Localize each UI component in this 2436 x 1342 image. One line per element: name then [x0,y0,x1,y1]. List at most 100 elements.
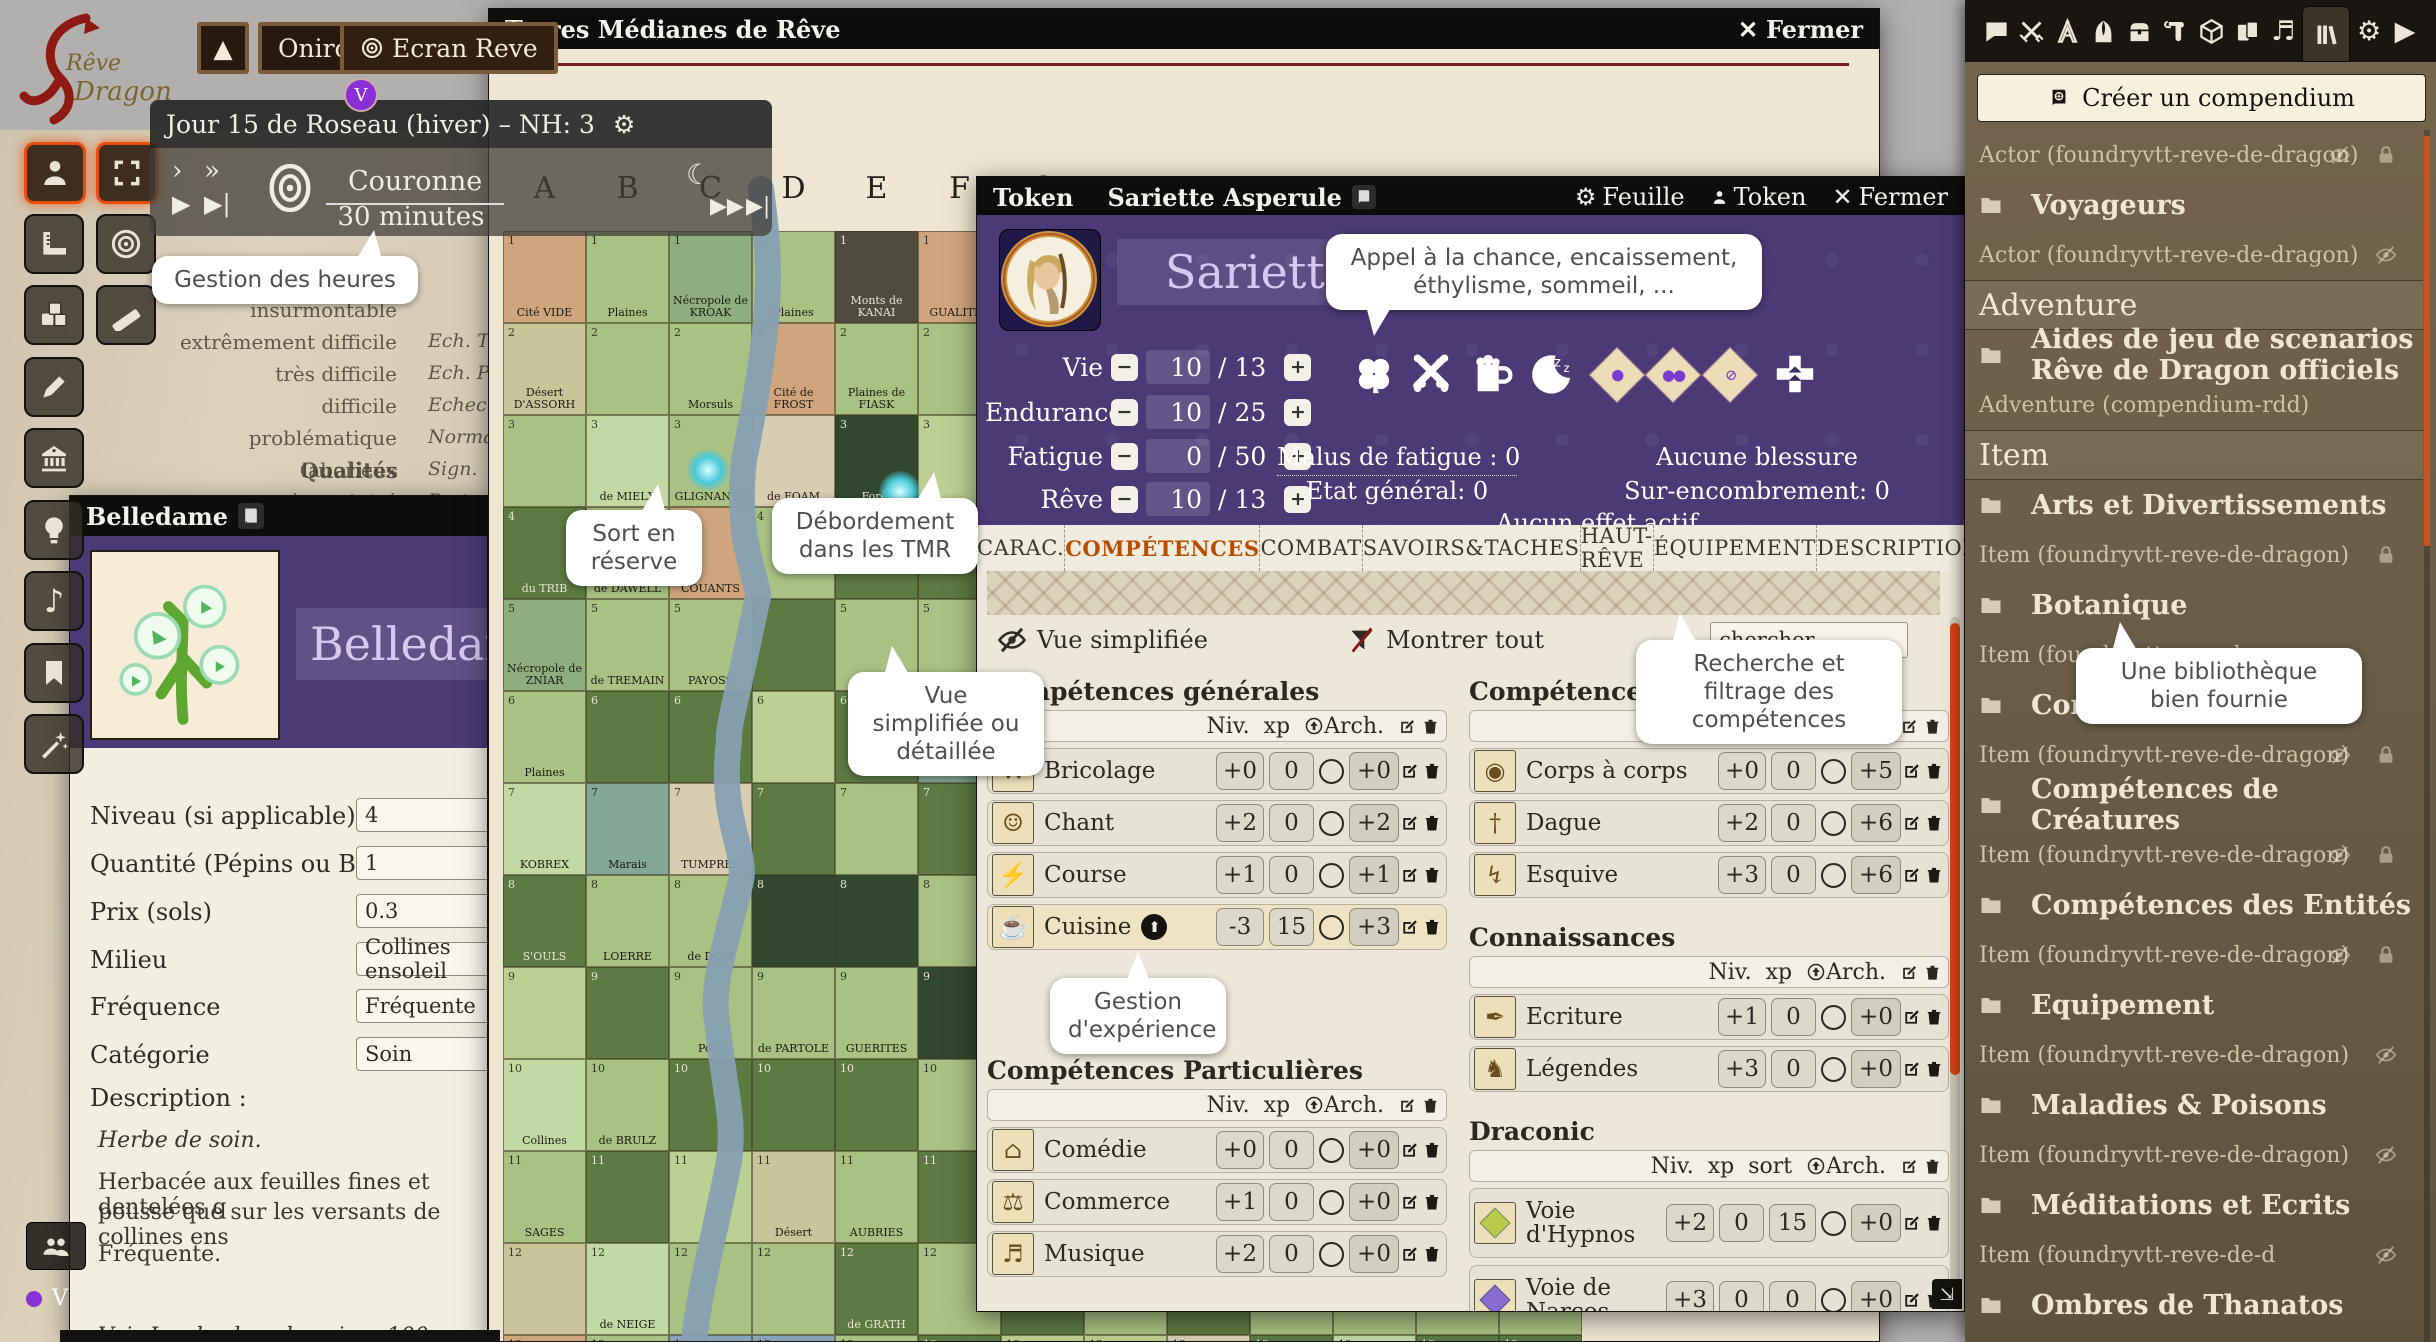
tab-haut-rêve[interactable]: HAUT-RÊVE [1581,525,1654,571]
tab-carac.[interactable]: CARAC. [977,525,1065,571]
sheet-config-button[interactable]: ⚙Feuille [1575,183,1685,211]
skill-row-ecriture[interactable]: ✒Ecriture+10+0 [1469,994,1949,1040]
roll-circle[interactable] [1821,811,1846,836]
edit-action[interactable] [1902,813,1922,833]
roll-circle[interactable] [1319,915,1344,940]
sidebar-tab-collapse[interactable]: ▶ [2388,14,2422,48]
sidebar-tab-items[interactable] [2123,14,2157,48]
stat-plus-button[interactable]: + [1284,399,1311,426]
delete-action[interactable] [1422,917,1442,937]
field-input-3[interactable]: Collines ensoleil [356,942,488,976]
tool-music-button[interactable]: ♪ [24,571,84,631]
tab-description[interactable]: DESCRIPTION [1817,525,1965,571]
niv-input[interactable]: +3 [1718,1050,1766,1088]
skill-row-cuisine[interactable]: ☕Cuisine⬆-315+3 [987,904,1447,950]
niv-input[interactable]: +2 [1216,1235,1264,1273]
roll-circle[interactable] [1821,1211,1846,1236]
edit-action[interactable] [1902,1059,1922,1079]
roll-mug-button[interactable] [1469,351,1515,397]
skill-row-voie-d-hypnos[interactable]: Voie d'Hypnos+2015+0 [1469,1188,1949,1258]
night-icon[interactable]: ☾ [686,158,711,191]
delete-action[interactable] [1422,813,1442,833]
delete-action[interactable] [1924,761,1944,781]
tab-savoirs&taches[interactable]: SAVOIRS&TACHES [1363,525,1581,571]
xp-input[interactable]: 0 [1771,1050,1816,1088]
demi-reve-token[interactable] [687,449,729,491]
stat-minus-button[interactable]: − [1111,399,1138,426]
xp-input[interactable]: 0 [1771,804,1816,842]
delete-action[interactable] [1924,1213,1944,1233]
wound-diamond3[interactable]: ⊘ [1702,347,1759,404]
xp-input[interactable]: 0 [1719,1204,1764,1242]
niv-input[interactable]: -3 [1216,908,1264,946]
skill-row-chant[interactable]: ☺Chant+20+2 [987,800,1447,846]
niv-input[interactable]: +0 [1216,752,1264,790]
stat-minus-button[interactable]: − [1111,354,1138,381]
roll-bones-button[interactable] [1408,351,1454,397]
sidebar-folder-15[interactable]: Compétences des Entités [1965,880,2423,930]
roll-circle[interactable] [1821,1005,1846,1030]
sidebar-tab-scenes[interactable] [2051,14,2085,48]
skill-row-esquive[interactable]: ↯Esquive+30+6 [1469,852,1949,898]
edit-action[interactable] [1400,1244,1420,1264]
roll-circle[interactable] [1319,863,1344,888]
sheet-close-button[interactable]: ✕Fermer [1832,183,1948,211]
xp-input[interactable]: 0 [1269,1235,1314,1273]
montrer-tout-toggle[interactable]: Montrer tout [1386,626,1544,654]
roll-circle[interactable] [1821,1057,1846,1082]
player-list-item[interactable]: V [26,1286,68,1311]
field-input-5[interactable]: Soin [356,1037,488,1071]
roll-moon-button[interactable]: zz [1529,351,1575,397]
play-icon[interactable]: ▶ [172,190,190,218]
sheet-token-button[interactable]: Token [1711,183,1807,211]
tab-équipement[interactable]: ÉQUIPEMENT [1654,525,1817,571]
edit-action[interactable] [1400,1140,1420,1160]
xp-input[interactable]: 0 [1269,804,1314,842]
niv-input[interactable]: +2 [1718,804,1766,842]
edit-action[interactable] [1400,917,1420,937]
tool-dice-button[interactable] [24,285,84,345]
calendar-settings-icon[interactable]: ⚙ [613,110,635,139]
niv-input[interactable]: +1 [1718,998,1766,1036]
roll-circle[interactable] [1319,1138,1344,1163]
roll-circle[interactable] [1821,1288,1846,1313]
edit-action[interactable] [1902,761,1922,781]
wound-diamond1[interactable]: ● [1589,347,1646,404]
skill-row-voie-de-narcos[interactable]: Voie de Narcos+300+0 [1469,1265,1949,1312]
sidebar-tab-playlists[interactable]: ♬ [2266,14,2300,48]
xp-input[interactable]: 0 [1269,856,1314,894]
sidebar-folder-19[interactable]: Maladies & Poisons [1965,1080,2423,1130]
delete-action[interactable] [1924,1059,1944,1079]
fast-forward-icon[interactable]: ▶▶ [710,194,744,219]
sort-input[interactable]: 15 [1769,1204,1816,1242]
sidebar-tab-journal[interactable] [2159,14,2193,48]
delete-action[interactable] [1924,865,1944,885]
sidebar-folder-23[interactable]: Ombres de Thanatos [1965,1280,2423,1330]
edit-action[interactable] [1902,1007,1922,1027]
skip-day-icon[interactable]: ▶| [746,194,770,219]
delete-action[interactable] [1422,1244,1442,1264]
delete-action[interactable] [1422,1192,1442,1212]
edit-action[interactable] [1400,761,1420,781]
delete-action[interactable] [1924,813,1944,833]
belledame-titlebar[interactable]: Belledame [70,496,487,536]
skill-row-légendes[interactable]: ♞Légendes+30+0 [1469,1046,1949,1092]
tool-lightbulb-button[interactable] [24,500,84,560]
tmr-close-button[interactable]: ✕Fermer [1738,15,1863,44]
tool-bank-button[interactable] [24,428,84,488]
skill-row-bricolage[interactable]: ⚒Bricolage+00+0 [987,748,1447,794]
belledame-name[interactable]: Belledame [296,617,488,671]
tool-wand-button[interactable] [24,714,84,774]
eye-slash-icon[interactable] [997,625,1027,655]
xp-input[interactable]: 15 [1269,908,1314,946]
sidebar-tab-compendium[interactable] [2302,6,2350,62]
delete-action[interactable] [1422,1140,1442,1160]
sidebar-folder-17[interactable]: Equipement [1965,980,2423,1030]
tool-ruler-square-button[interactable] [24,214,84,274]
resize-handle[interactable]: ⇲ [1932,1279,1962,1309]
sidebar-tab-chat[interactable] [1979,14,2013,48]
sort-input[interactable]: 0 [1769,1281,1816,1312]
roll-clover-button[interactable] [1351,351,1397,397]
skip-icon[interactable]: ▶| [204,190,231,218]
xp-input[interactable]: 0 [1771,998,1816,1036]
